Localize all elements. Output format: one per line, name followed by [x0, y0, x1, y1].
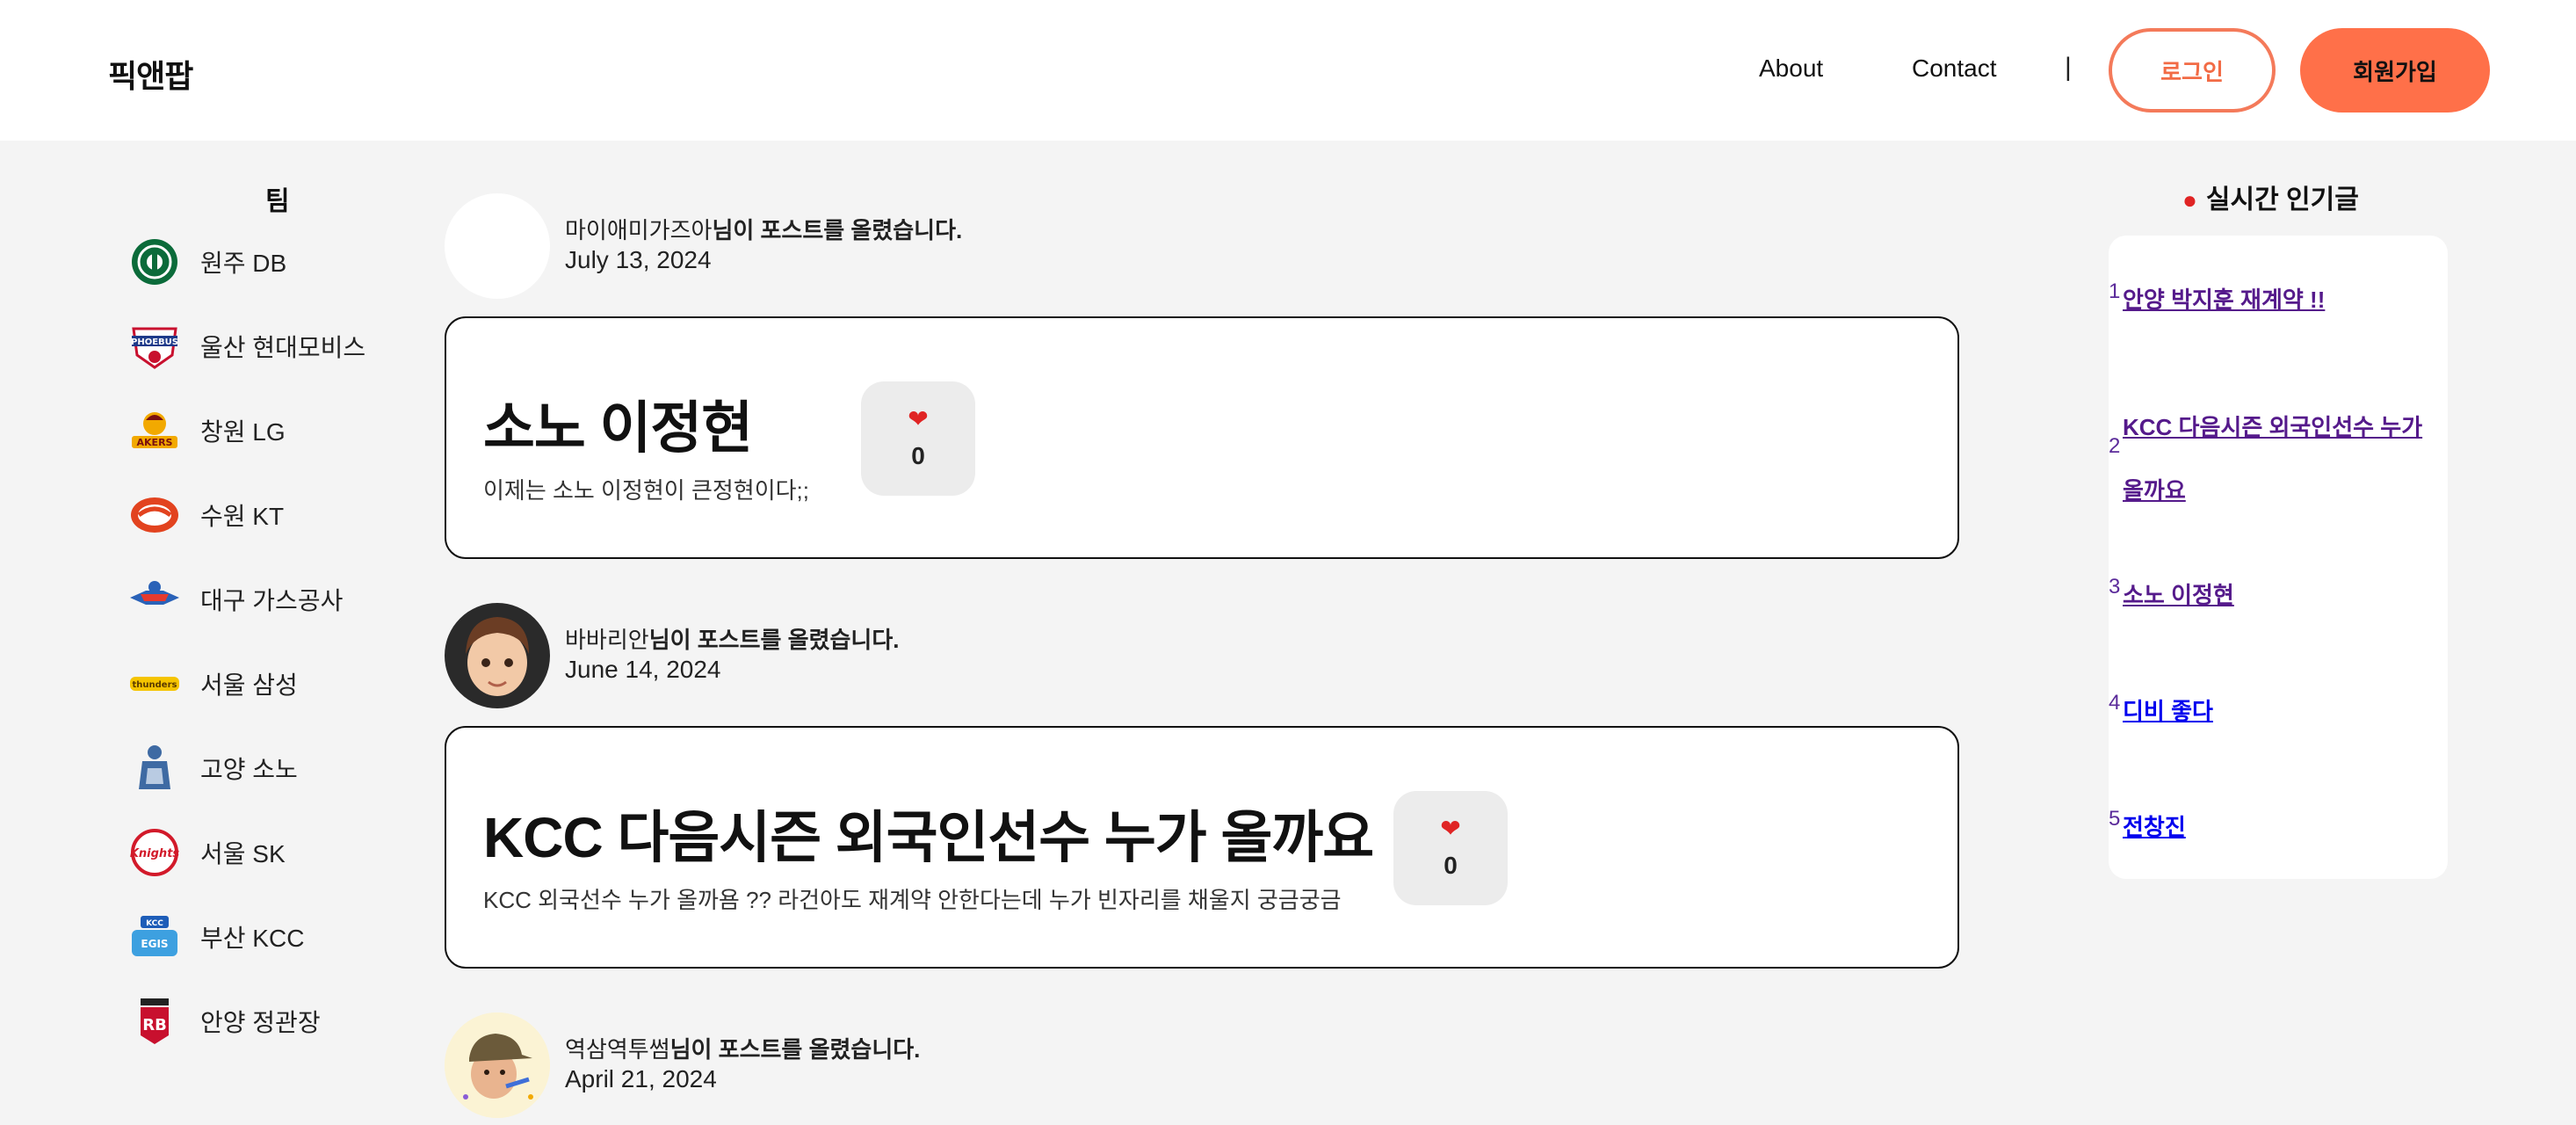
- post-date: July 13, 2024: [565, 246, 712, 273]
- rank-number: 2: [2109, 434, 2121, 458]
- list-item: 5 전창진: [2109, 807, 2434, 870]
- team-item-busan-kcc[interactable]: KCC EGIS 부산 KCC: [128, 909, 427, 965]
- author-avatar[interactable]: [445, 1012, 550, 1118]
- team-item-suwon-kt[interactable]: 수원 KT: [128, 487, 427, 543]
- popular-post-link[interactable]: 디비 좋다: [2123, 691, 2213, 731]
- rank-number: 1: [2109, 279, 2121, 303]
- team-name: 창원 LG: [200, 418, 286, 446]
- post-header: 마이애미가즈아님이 포스트를 올렸습니다. July 13, 2024: [445, 193, 1235, 302]
- post-card[interactable]: KCC 다음시즌 외국인선수 누가 올까요 KCC 외국선수 누가 올까욤 ??…: [445, 726, 1959, 969]
- svg-text:RB: RB: [142, 1016, 167, 1034]
- like-button[interactable]: ❤ 0: [1393, 791, 1508, 905]
- post-author-line: 역삼역투썸님이 포스트를 올렸습니다.: [565, 1032, 920, 1064]
- post-author[interactable]: 마이애미가즈아: [565, 217, 712, 243]
- list-item: 2 KCC 다음시즌 외국인선수 누가 올까요: [2109, 396, 2434, 522]
- balloon-icon: ●: [2182, 186, 2197, 214]
- team-item-ulsan-mobis[interactable]: PHOEBUS 울산 현대모비스: [128, 318, 427, 374]
- signup-button[interactable]: 회원가입: [2300, 28, 2490, 112]
- thunders-logo-icon: thunders: [128, 657, 181, 710]
- db-promy-logo-icon: [128, 236, 181, 288]
- team-item-changwon-lg[interactable]: AKERS 창원 LG: [128, 403, 427, 459]
- list-item: 3 소노 이정현: [2109, 575, 2434, 638]
- post-header: 역삼역투썸님이 포스트를 올렸습니다. April 21, 2024: [445, 1012, 1235, 1121]
- team-item-wonju-db[interactable]: 원주 DB: [128, 234, 427, 290]
- post-author-line: 마이애미가즈아님이 포스트를 올렸습니다.: [565, 213, 962, 245]
- phoebus-logo-icon: PHOEBUS: [128, 320, 181, 373]
- svg-text:KCC: KCC: [146, 919, 163, 928]
- team-name: 울산 현대모비스: [200, 334, 366, 361]
- post-action: 님이 포스트를 올렸습니다.: [648, 627, 900, 653]
- team-name: 대구 가스공사: [200, 587, 344, 614]
- list-item: 4 디비 좋다: [2109, 691, 2434, 754]
- author-avatar[interactable]: [445, 603, 550, 708]
- team-item-seoul-sk[interactable]: Knights 서울 SK: [128, 824, 427, 881]
- popular-post-link[interactable]: 전창진: [2123, 807, 2186, 847]
- team-name: 서울 삼성: [200, 671, 298, 699]
- teams-heading: 팀: [265, 187, 290, 216]
- post-header: 바바리안님이 포스트를 올렸습니다. June 14, 2024: [445, 603, 1235, 712]
- post-title[interactable]: 소노 이정현: [483, 383, 753, 464]
- login-button[interactable]: 로그인: [2109, 28, 2276, 112]
- popular-heading: ● 실시간 인기글: [2182, 178, 2359, 216]
- like-count: 0: [911, 442, 925, 469]
- svg-text:thunders: thunders: [133, 680, 177, 690]
- like-count: 0: [1444, 852, 1458, 879]
- knights-logo-icon: Knights: [128, 826, 181, 879]
- svg-text:EGIS: EGIS: [141, 938, 168, 950]
- red-boosters-logo-icon: RB: [128, 995, 181, 1048]
- rank-number: 3: [2109, 575, 2121, 599]
- list-item: 1 안양 박지훈 재계약 !!: [2109, 279, 2434, 343]
- site-logo[interactable]: 픽앤팝: [108, 51, 193, 97]
- svg-text:PHOEBUS: PHOEBUS: [131, 338, 178, 347]
- post-action: 님이 포스트를 올렸습니다.: [712, 217, 963, 243]
- rank-number: 5: [2109, 807, 2121, 831]
- team-item-anyang-jkj[interactable]: RB 안양 정관장: [128, 993, 427, 1049]
- kt-sonicboom-logo-icon: [128, 489, 181, 541]
- post-date: April 21, 2024: [565, 1065, 717, 1092]
- popular-title: 실시간 인기글: [2205, 185, 2359, 214]
- team-name: 부산 KCC: [200, 925, 305, 952]
- team-name: 안양 정관장: [200, 1009, 321, 1036]
- team-name: 수원 KT: [200, 503, 285, 530]
- post-excerpt: KCC 외국선수 누가 올까욤 ?? 라건아도 재계약 안한다는데 누가 빈자리…: [483, 887, 1342, 913]
- popular-post-link[interactable]: KCC 다음시즌 외국인선수 누가 올까요: [2123, 396, 2435, 522]
- post-title[interactable]: KCC 다음시즌 외국인선수 누가 올까요: [483, 793, 1374, 874]
- skygunners-logo-icon: [128, 742, 181, 795]
- nav-about-link[interactable]: About: [1759, 54, 1823, 83]
- svg-text:Knights: Knights: [130, 847, 180, 860]
- team-name: 원주 DB: [200, 250, 287, 277]
- egis-logo-icon: KCC EGIS: [128, 911, 181, 963]
- team-item-seoul-samsung[interactable]: thunders 서울 삼성: [128, 656, 427, 712]
- lg-sakers-logo-icon: AKERS: [128, 404, 181, 457]
- popular-list: 1 안양 박지훈 재계약 !! 2 KCC 다음시즌 외국인선수 누가 올까요 …: [2109, 236, 2448, 879]
- post-author-line: 바바리안님이 포스트를 올렸습니다.: [565, 622, 899, 655]
- post-excerpt: 이제는 소노 이정현이 큰정현이다;;: [483, 477, 809, 504]
- nav-separator: |: [2065, 53, 2072, 82]
- svg-text:AKERS: AKERS: [137, 437, 173, 448]
- heart-icon: ❤: [1440, 815, 1461, 842]
- team-name: 고양 소노: [200, 756, 298, 783]
- author-avatar[interactable]: [445, 193, 550, 299]
- nav-contact-link[interactable]: Contact: [1912, 54, 1997, 83]
- post-card[interactable]: 소노 이정현 이제는 소노 이정현이 큰정현이다;; ❤ 0: [445, 316, 1959, 559]
- post-author[interactable]: 바바리안: [565, 627, 649, 653]
- heart-icon: ❤: [908, 405, 929, 432]
- post-author[interactable]: 역삼역투썸: [565, 1036, 670, 1063]
- like-button[interactable]: ❤ 0: [861, 381, 975, 496]
- rank-number: 4: [2109, 691, 2121, 715]
- popular-post-link[interactable]: 안양 박지훈 재계약 !!: [2123, 279, 2325, 320]
- post-date: June 14, 2024: [565, 656, 721, 683]
- team-item-goyang-sono[interactable]: 고양 소노: [128, 740, 427, 796]
- post-action: 님이 포스트를 올렸습니다.: [669, 1036, 921, 1063]
- team-item-daegu-gas[interactable]: 대구 가스공사: [128, 571, 427, 628]
- popular-post-link[interactable]: 소노 이정현: [2123, 575, 2234, 615]
- top-header: 픽앤팝 About Contact | 로그인 회원가입: [0, 0, 2576, 141]
- pegasus-logo-icon: [128, 573, 181, 626]
- team-name: 서울 SK: [200, 840, 286, 867]
